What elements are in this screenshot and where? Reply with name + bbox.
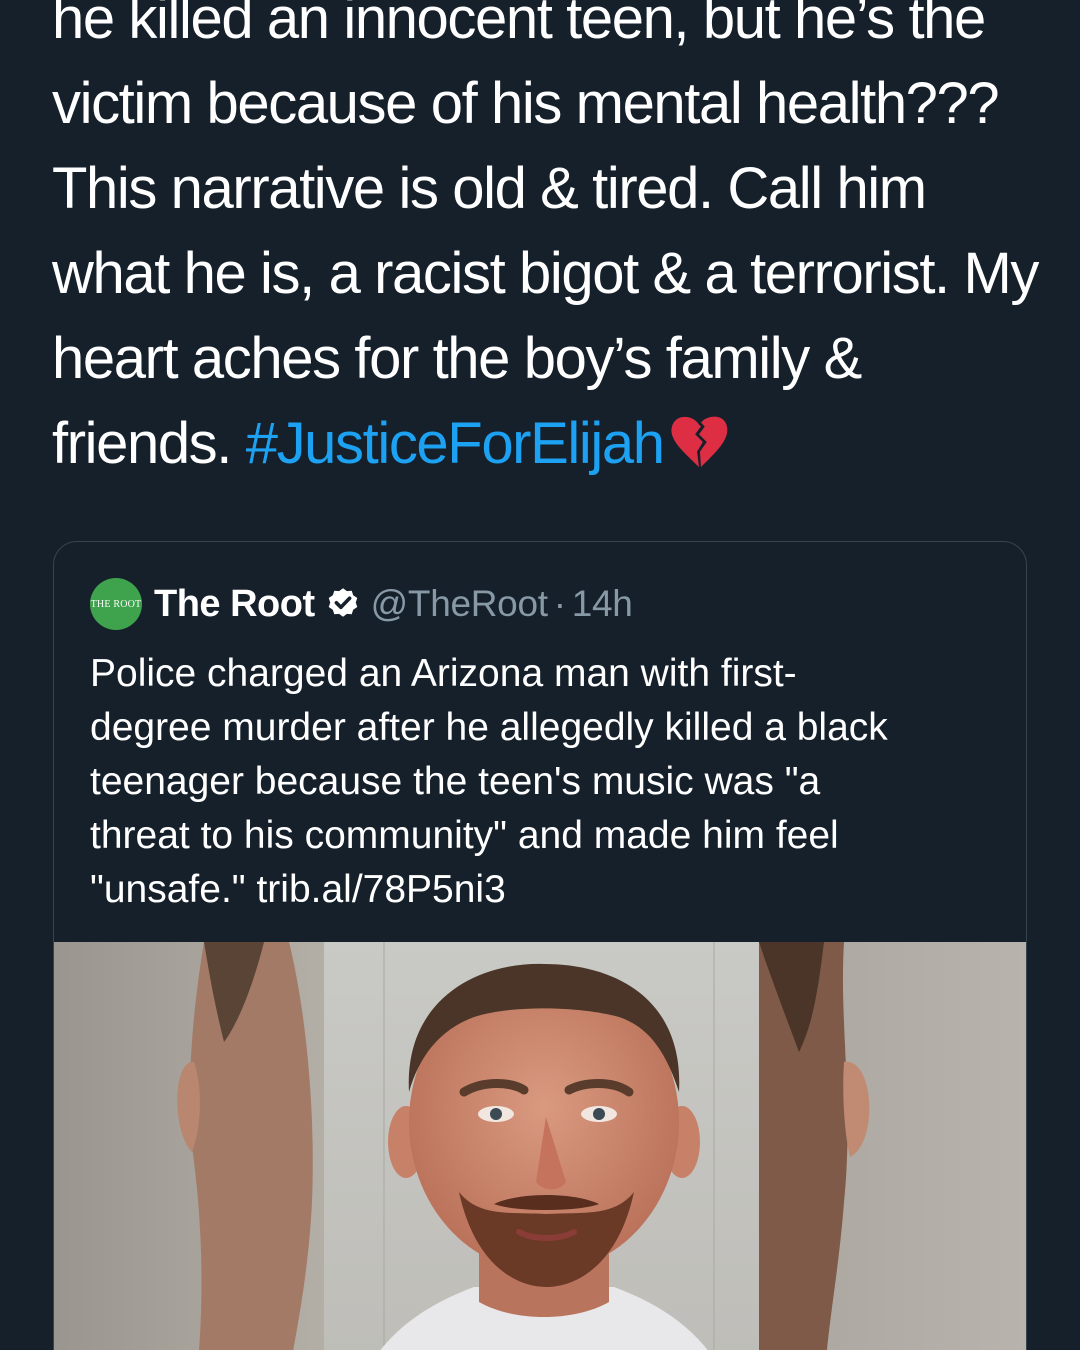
tweet-text-line: heart aches for the boy’s family &: [52, 326, 862, 391]
timestamp[interactable]: 14h: [572, 583, 633, 625]
display-name[interactable]: The Root: [154, 583, 315, 626]
avatar-logo-text: THE ROOT: [90, 598, 142, 610]
tweet-text: he killed an innocent teen, but he’s the…: [52, 0, 1052, 486]
tweet-text-line: he killed an innocent teen, but he’s the: [52, 0, 986, 51]
quoted-text-line: "unsafe." trib.al/78P5ni3: [90, 868, 506, 911]
tweet-text-last-line: friends. #JusticeForElijah: [52, 401, 1052, 486]
quoted-tweet-header: THE ROOT The Root @TheRoot · 14h: [90, 576, 633, 632]
separator-dot: ·: [553, 583, 566, 624]
avatar[interactable]: THE ROOT: [90, 578, 142, 630]
handle[interactable]: @TheRoot: [371, 583, 548, 625]
hashtag-link[interactable]: #JusticeForElijah: [246, 411, 665, 476]
tweet-text-prefix: friends.: [52, 411, 246, 476]
mugshot-illustration: [54, 942, 1026, 1350]
quoted-text-line: teenager because the teen's music was "a: [90, 760, 821, 803]
tweet-text-line: victim because of his mental health???: [52, 71, 1000, 136]
tweet-text-line: what he is, a racist bigot & a terrorist…: [52, 241, 1039, 306]
mugshot-photo[interactable]: [54, 942, 1026, 1350]
quoted-text-line: threat to his community" and made him fe…: [90, 814, 839, 857]
quoted-text-line: degree murder after he allegedly killed …: [90, 706, 888, 749]
tweet-text-line: This narrative is old & tired. Call him: [52, 156, 927, 221]
quoted-text-line: Police charged an Arizona man with first…: [90, 652, 797, 695]
broken-heart-icon: [670, 416, 727, 468]
verified-badge-icon: [328, 588, 357, 617]
quoted-tweet-card[interactable]: THE ROOT The Root @TheRoot · 14h Police …: [53, 541, 1027, 1350]
quoted-tweet-text: Police charged an Arizona man with first…: [90, 647, 1000, 917]
